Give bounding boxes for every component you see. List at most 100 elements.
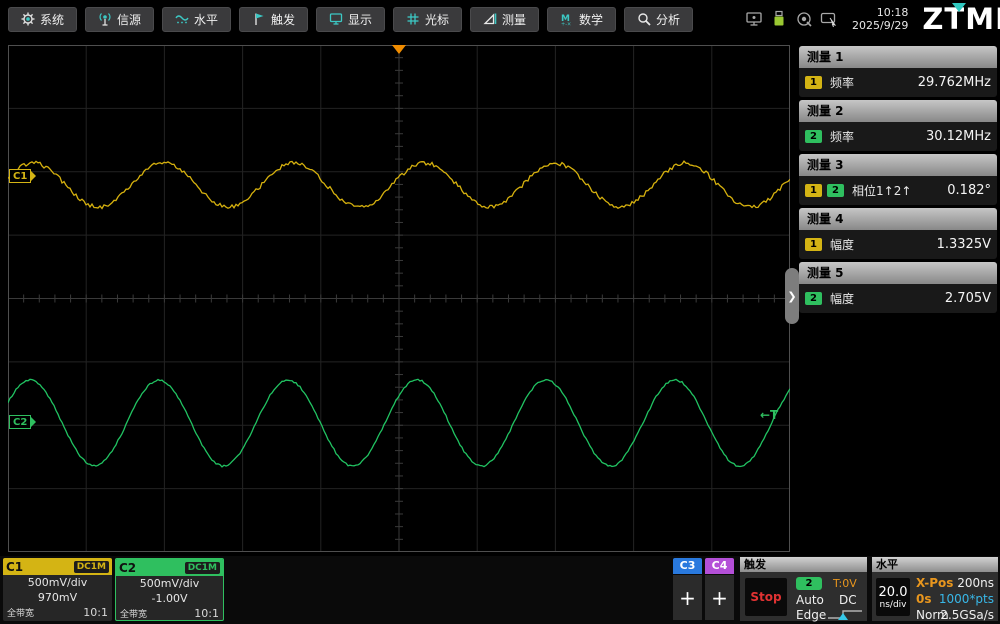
measurement-block[interactable]: 测量 11频率29.762MHz [799, 46, 997, 97]
channel2-level-marker[interactable]: C2 [9, 415, 36, 429]
channel2-scale: 500mV/div [116, 576, 223, 591]
measurement-title: 测量 4 [799, 208, 997, 230]
channel-box-c2[interactable]: C2 DC1M 500mV/div -1.00V 全带宽 10:1 [115, 558, 224, 621]
toolbar-button-label: 水平 [194, 11, 218, 28]
channel2-footer: 全带宽 10:1 [116, 607, 223, 620]
toolbar-button-label: 触发 [271, 11, 295, 28]
trigger-panel-title: 触发 [740, 557, 867, 572]
channel-box-c1[interactable]: C1 DC1M 500mV/div 970mV 全带宽 10:1 [3, 558, 112, 621]
add-channel4-button[interactable]: + [705, 575, 734, 620]
analysis-magnifier-icon [637, 12, 651, 26]
toolbar-button-trigger[interactable]: 触发 [239, 7, 308, 32]
horizontal-panel[interactable]: 水平 20.0 ns/div X-Pos 0s Norm 200ns 1000*… [872, 557, 998, 621]
status-icons [745, 10, 838, 28]
channel3-name: C3 [673, 558, 702, 574]
measurement-block[interactable]: 测量 5 2 幅度 2.705V [799, 262, 997, 313]
xpos-value: 0s [916, 592, 932, 606]
toolbar-button-horizontal[interactable]: 水平 [162, 7, 231, 32]
channel2-coupling-badge: DC1M [185, 562, 220, 574]
channel-box-c4: C4 + [705, 558, 734, 620]
rising-edge-icon [826, 608, 864, 621]
measurement-title: 测量 2 [799, 100, 997, 122]
timebase-value: 20.0 [879, 585, 908, 600]
gear-icon [21, 12, 35, 26]
brand-logo: ZTMI [922, 2, 1000, 36]
channel-1-badge: 1 [805, 184, 822, 197]
timebase-unit: ns/div [880, 600, 907, 610]
measurement-block[interactable]: 测量 4 1 幅度 1.3325V [799, 208, 997, 259]
time-text: 10:18 [852, 6, 908, 19]
screen-status-icon[interactable] [745, 10, 763, 28]
measurement-label: 幅度 [830, 236, 854, 253]
channel-2-badge: 2 [805, 130, 822, 143]
touch-status-icon[interactable] [795, 10, 813, 28]
channel1-coupling-badge: DC1M [74, 561, 109, 573]
scope-grid-and-traces [8, 45, 790, 552]
top-toolbar: 系统信源 水平 触发 显示 光标 测量 M+-×数学 分析 10:18 2025/9/29 Z… [0, 0, 1000, 38]
channel-1-badge: 1 [805, 238, 822, 251]
trigger-coupling: DC [839, 593, 857, 607]
channel1-scale: 500mV/div [3, 575, 112, 590]
oscilloscope-screen: 系统信源水平触发显示光标测量M+-×数学分析 10:18 2025/9/29 Z… [0, 0, 1000, 624]
acquisition-status-button[interactable]: Stop [745, 578, 787, 616]
channel-1-badge: 1 [805, 76, 822, 89]
measurement-row: 1频率29.762MHz [799, 68, 997, 97]
toolbar-button-display[interactable]: 显示 [316, 7, 385, 32]
waveform-display[interactable]: C1 C2 ←T [8, 45, 790, 552]
horizontal-panel-body: 20.0 ns/div X-Pos 0s Norm 200ns 1000*pts… [872, 572, 998, 621]
measurement-row: 2 幅度 2.705V [799, 284, 997, 313]
toolbar-button-math[interactable]: M+-×数学 [547, 7, 616, 32]
channel1-probe-ratio: 10:1 [83, 606, 108, 619]
measurement-title: 测量 1 [799, 46, 997, 68]
channel4-name: C4 [705, 558, 734, 574]
toolbar-button-system[interactable]: 系统 [8, 7, 77, 32]
channel1-offset: 970mV [3, 590, 112, 605]
clock: 10:18 2025/9/29 [852, 6, 908, 32]
toolbar-button-label: 分析 [656, 11, 680, 28]
panel-expand-handle[interactable]: ❯ [785, 268, 799, 324]
channel-2-badge: 2 [805, 292, 822, 305]
toolbar-button-source[interactable]: 信源 [85, 7, 154, 32]
toolbar-button-label: 测量 [502, 11, 526, 28]
svg-text:+-×: +-× [561, 22, 571, 27]
trigger-position-marker[interactable] [392, 45, 406, 54]
display-icon [329, 12, 343, 26]
measurement-value: 0.182° [947, 183, 991, 198]
time-window: 200ns [957, 576, 994, 590]
measurement-row: 12 相位1↑2↑ 0.182° [799, 176, 997, 205]
toolbar-button-cursor[interactable]: 光标 [393, 7, 462, 32]
brand-logo-triangle-icon [952, 3, 966, 12]
measurement-panel: 测量 11频率29.762MHz测量 22频率30.12MHz测量 312相位1… [799, 46, 997, 316]
measurement-label: 幅度 [830, 290, 854, 307]
measurement-value: 2.705V [945, 291, 991, 306]
date-text: 2025/9/29 [852, 19, 908, 32]
gesture-status-icon[interactable] [820, 10, 838, 28]
toolbar-button-label: 显示 [348, 11, 372, 28]
trigger-source-badge: 2 [796, 577, 822, 590]
toolbar-button-measure[interactable]: 测量 [470, 7, 539, 32]
measure-triangle-icon [483, 12, 497, 26]
measurement-label: 频率 [830, 128, 854, 145]
channel-2-badge: 2 [827, 184, 844, 197]
measurement-value: 1.3325V [937, 237, 991, 252]
channel2-probe-ratio: 10:1 [194, 607, 219, 620]
add-channel3-button[interactable]: + [673, 575, 702, 620]
cursor-grid-icon [406, 12, 420, 26]
trigger-type: Edge [796, 608, 826, 622]
channel1-level-marker[interactable]: C1 [9, 169, 36, 183]
measurement-block[interactable]: 测量 3 12 相位1↑2↑ 0.182° [799, 154, 997, 205]
usb-storage-icon[interactable] [770, 10, 788, 28]
timebase-scale-button[interactable]: 20.0 ns/div [876, 578, 910, 616]
channel2-marker-label: C2 [9, 415, 31, 429]
trigger-level-marker[interactable]: ←T [760, 408, 778, 422]
channel2-offset: -1.00V [116, 591, 223, 606]
bottom-bar: C1 DC1M 500mV/div 970mV 全带宽 10:1 C2 DC1M… [0, 556, 1000, 624]
channel2-header: C2 DC1M [116, 559, 223, 576]
measurement-title: 测量 3 [799, 154, 997, 176]
toolbar-button-analysis[interactable]: 分析 [624, 7, 693, 32]
trigger-panel[interactable]: 触发 Stop 2 Auto Edge T:0V DC [740, 557, 867, 621]
measurement-label: 相位1↑2↑ [852, 182, 911, 199]
measurement-title: 测量 5 [799, 262, 997, 284]
channel1-marker-arrow-icon [31, 171, 36, 181]
measurement-block[interactable]: 测量 22频率30.12MHz [799, 100, 997, 151]
